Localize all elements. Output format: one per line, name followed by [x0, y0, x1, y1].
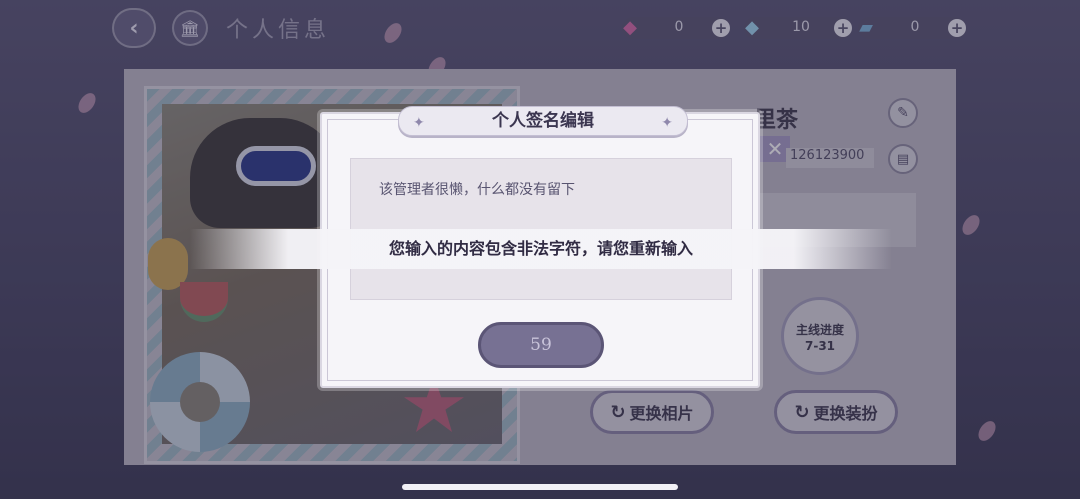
copy-uid-button[interactable]: ▤ [888, 144, 918, 174]
sunglasses-decoration [236, 146, 316, 186]
change-outfit-label: 更换装扮 [813, 404, 878, 423]
error-toast: 您输入的内容包含非法字符，请您重新输入 [190, 229, 892, 269]
pink-gem-icon: ◆ [623, 16, 637, 38]
currency-pink-gem: ◆ 0 + [622, 17, 730, 39]
change-photo-button[interactable]: ↻ 更换相片 [590, 390, 714, 434]
petal-decoration [74, 89, 100, 117]
home-button[interactable]: 🏛 [172, 10, 208, 46]
ticket-icon: ▰ [859, 16, 873, 38]
player-uid: 126123900 [786, 148, 874, 168]
currency-ticket: ▰ 0 + [858, 17, 966, 39]
dialog-header: ✦ 个人签名编辑 ✦ [398, 106, 688, 136]
currency-value: 10 [792, 19, 810, 35]
sparkle-icon: ✦ [413, 115, 425, 131]
main-progress-value: 7-31 [804, 339, 836, 353]
signature-text: 该管理者很懒，什么都没有留下 [379, 182, 575, 198]
swim-ring-sticker [150, 352, 250, 452]
main-progress-label: 主线进度 [795, 323, 844, 337]
dialog-title: 个人签名编辑 [492, 111, 594, 131]
change-photo-label: 更换相片 [629, 404, 694, 423]
refresh-icon: ↻ [610, 401, 626, 423]
back-button[interactable]: ‹ [112, 8, 156, 48]
museum-icon: 🏛 [179, 18, 201, 38]
add-currency-button[interactable]: + [712, 19, 730, 37]
currency-value: 0 [910, 19, 920, 35]
player-name: 里茶 [754, 108, 799, 133]
blue-gem-icon: ◆ [745, 16, 759, 38]
sparkle-icon: ✦ [661, 115, 673, 131]
home-indicator[interactable] [402, 484, 678, 490]
add-currency-button[interactable]: + [948, 19, 966, 37]
edit-signature-button[interactable]: ✎ [888, 98, 918, 128]
document-icon: ▤ [896, 151, 910, 167]
page-title: 个人信息 [226, 18, 331, 43]
add-currency-button[interactable]: + [834, 19, 852, 37]
petal-decoration [958, 211, 984, 239]
main-progress-badge: 主线进度 7-31 [781, 297, 859, 375]
refresh-icon: ↻ [794, 401, 810, 423]
back-arrow-icon: ‹ [129, 15, 139, 41]
char-count-button[interactable]: 59 [478, 322, 604, 368]
currency-value: 0 [674, 19, 684, 35]
petal-decoration [974, 417, 1000, 445]
change-outfit-button[interactable]: ↻ 更换装扮 [774, 390, 898, 434]
top-bar: ‹ 🏛 个人信息 ◆ 0 + ◆ 10 + ▰ 0 + [0, 0, 1080, 56]
currency-blue-gem: ◆ 10 + [744, 17, 852, 39]
feather-icon: ✎ [897, 105, 909, 121]
